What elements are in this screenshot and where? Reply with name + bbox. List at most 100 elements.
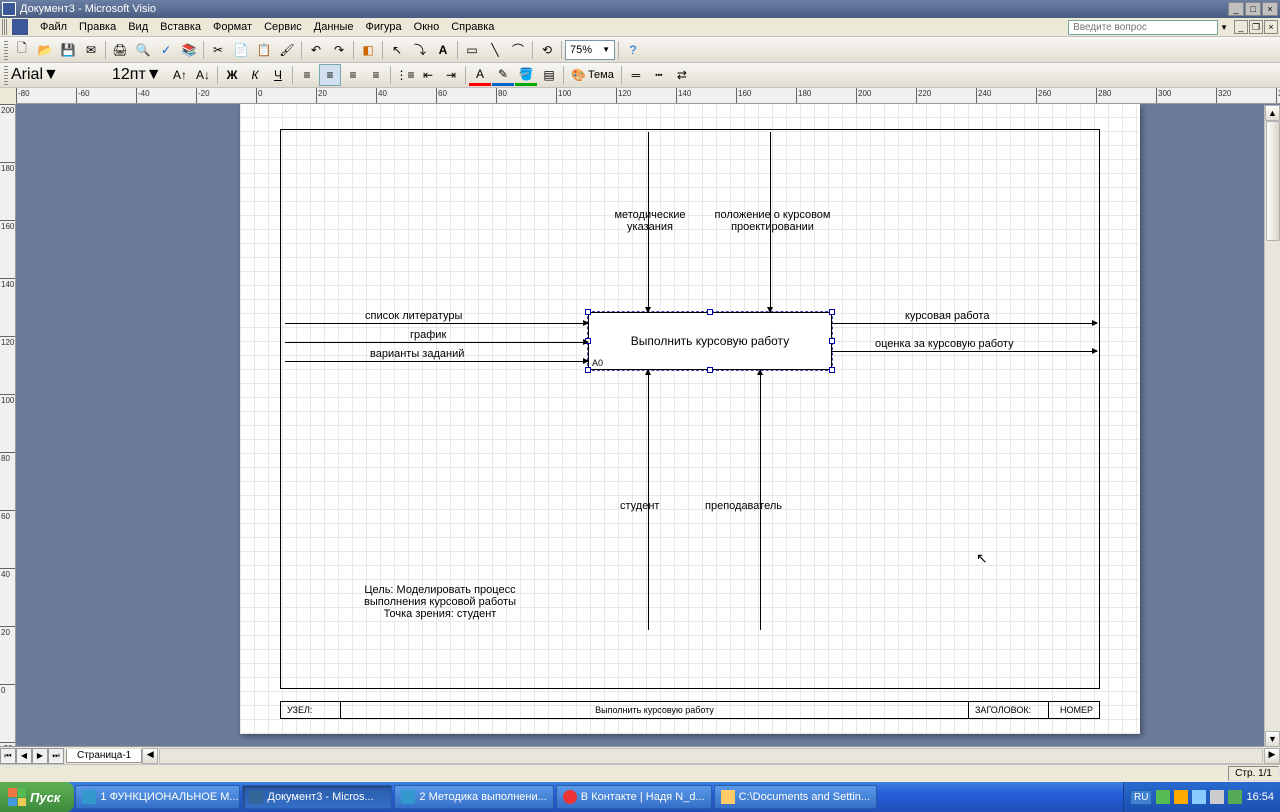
tab-first-button[interactable]: ⏮ xyxy=(0,748,16,764)
research-button[interactable]: 📚 xyxy=(178,39,200,61)
font-combo[interactable]: Arial▼ xyxy=(11,66,111,84)
output-label[interactable]: курсовая работа xyxy=(905,310,989,322)
pointer-button[interactable]: ↖ xyxy=(386,39,408,61)
menu-window[interactable]: Окно xyxy=(408,21,446,33)
tray-icon[interactable] xyxy=(1156,790,1170,804)
task-item[interactable]: 1 ФУНКЦИОНАЛЬНОЕ М... xyxy=(75,785,240,809)
italic-button[interactable]: К xyxy=(244,64,266,86)
hscroll-right-button[interactable]: ▶ xyxy=(1264,748,1280,764)
output-label[interactable]: оценка за курсовую работу xyxy=(875,338,1014,350)
menu-insert[interactable]: Вставка xyxy=(154,21,207,33)
justify-button[interactable]: ≡ xyxy=(365,64,387,86)
question-dropdown-icon[interactable]: ▼ xyxy=(1218,23,1230,32)
cut-button[interactable]: ✂ xyxy=(207,39,229,61)
connector-button[interactable]: ⤵ xyxy=(409,39,431,61)
preview-button[interactable]: 🔍 xyxy=(132,39,154,61)
shrink-font-button[interactable]: A↓ xyxy=(192,64,214,86)
font-color-button[interactable]: A xyxy=(469,64,491,86)
tab-prev-button[interactable]: ◀ xyxy=(16,748,32,764)
tab-next-button[interactable]: ▶ xyxy=(32,748,48,764)
rotate-button[interactable]: ⟲ xyxy=(536,39,558,61)
grip[interactable] xyxy=(4,40,8,60)
align-right-button[interactable]: ≡ xyxy=(342,64,364,86)
zoom-combo[interactable]: 75%▼ xyxy=(565,40,615,60)
indent-inc-button[interactable]: ⇥ xyxy=(440,64,462,86)
line-pattern-button[interactable]: ┅ xyxy=(648,64,670,86)
hscroll-track[interactable] xyxy=(159,748,1263,764)
line-button[interactable]: ╲ xyxy=(484,39,506,61)
shadow-button[interactable]: ▤ xyxy=(538,64,560,86)
line-ends-button[interactable]: ⇄ xyxy=(671,64,693,86)
scroll-down-button[interactable]: ▼ xyxy=(1265,731,1280,747)
format-painter-button[interactable]: 🖌 xyxy=(276,39,298,61)
scroll-up-button[interactable]: ▲ xyxy=(1265,105,1280,121)
idef0-box[interactable]: Выполнить курсовую работу A0 xyxy=(588,312,832,370)
bold-button[interactable]: Ж xyxy=(221,64,243,86)
tray-icon[interactable] xyxy=(1210,790,1224,804)
question-input[interactable] xyxy=(1068,20,1218,35)
task-item[interactable]: 2 Методика выполнени... xyxy=(394,785,553,809)
grow-font-button[interactable]: A↑ xyxy=(169,64,191,86)
menu-data[interactable]: Данные xyxy=(308,21,360,33)
align-center-button[interactable]: ≡ xyxy=(319,64,341,86)
canvas[interactable]: Выполнить курсовую работу A0 список лите… xyxy=(16,104,1280,746)
menu-tools[interactable]: Сервис xyxy=(258,21,308,33)
tray-icon[interactable] xyxy=(1192,790,1206,804)
paste-button[interactable]: 📋 xyxy=(253,39,275,61)
undo-button[interactable]: ↶ xyxy=(305,39,327,61)
page-tab[interactable]: Страница-1 xyxy=(66,749,142,763)
align-left-button[interactable]: ≡ xyxy=(296,64,318,86)
language-indicator[interactable]: RU xyxy=(1130,790,1152,805)
title-block[interactable]: УЗЕЛ: Выполнить курсовую работу ЗАГОЛОВО… xyxy=(280,701,1100,719)
text-button[interactable]: A xyxy=(432,39,454,61)
tab-last-button[interactable]: ⏭ xyxy=(48,748,64,764)
input-label[interactable]: варианты заданий xyxy=(370,348,464,360)
line-color-button[interactable]: ✎ xyxy=(492,64,514,86)
new-button[interactable]: 🗋 xyxy=(11,39,33,61)
menu-help[interactable]: Справка xyxy=(445,21,500,33)
control-label[interactable]: положение о курсовом проектировании xyxy=(705,209,840,233)
input-label[interactable]: список литературы xyxy=(365,310,462,322)
close-button[interactable]: × xyxy=(1262,2,1278,16)
task-item[interactable]: Документ3 - Micros... xyxy=(242,785,392,809)
mechanism-label[interactable]: преподаватель xyxy=(705,500,782,512)
doc-restore-button[interactable]: ❐ xyxy=(1249,20,1263,34)
arc-button[interactable]: ⌒ xyxy=(507,39,529,61)
menu-format[interactable]: Формат xyxy=(207,21,258,33)
menu-file[interactable]: Файл xyxy=(34,21,73,33)
menu-edit[interactable]: Правка xyxy=(73,21,122,33)
shapes-button[interactable]: ◧ xyxy=(357,39,379,61)
grip[interactable] xyxy=(2,19,8,35)
bullets-button[interactable]: ⋮≡ xyxy=(394,64,416,86)
menu-shape[interactable]: Фигура xyxy=(360,21,408,33)
help-button[interactable]: ? xyxy=(622,39,644,61)
size-combo[interactable]: 12пт▼ xyxy=(112,66,168,84)
doc-close-button[interactable]: × xyxy=(1264,20,1278,34)
rect-button[interactable]: ▭ xyxy=(461,39,483,61)
page[interactable]: Выполнить курсовую работу A0 список лите… xyxy=(240,104,1140,734)
system-tray[interactable]: RU 16:54 xyxy=(1123,782,1280,812)
save-button[interactable]: 💾 xyxy=(57,39,79,61)
scrollbar-vertical[interactable]: ▲ ▼ xyxy=(1264,105,1280,747)
line-weight-button[interactable]: ═ xyxy=(625,64,647,86)
doc-minimize-button[interactable]: _ xyxy=(1234,20,1248,34)
task-item[interactable]: В Контакте | Надя N_d... xyxy=(556,785,712,809)
fill-color-button[interactable]: 🪣 xyxy=(515,64,537,86)
underline-button[interactable]: Ч xyxy=(267,64,289,86)
control-label[interactable]: методические указания xyxy=(595,209,705,233)
theme-button[interactable]: 🎨Тема xyxy=(567,64,618,86)
minimize-button[interactable]: _ xyxy=(1228,2,1244,16)
start-button[interactable]: Пуск xyxy=(0,782,74,812)
open-button[interactable]: 📂 xyxy=(34,39,56,61)
tray-icon[interactable] xyxy=(1174,790,1188,804)
input-label[interactable]: график xyxy=(410,329,446,341)
indent-dec-button[interactable]: ⇤ xyxy=(417,64,439,86)
hscroll-left-button[interactable]: ◀ xyxy=(142,748,158,764)
redo-button[interactable]: ↷ xyxy=(328,39,350,61)
app-icon[interactable] xyxy=(12,19,28,35)
print-button[interactable]: 🖨 xyxy=(109,39,131,61)
task-item[interactable]: C:\Documents and Settin... xyxy=(714,785,877,809)
grip[interactable] xyxy=(4,65,8,85)
copy-button[interactable]: 📄 xyxy=(230,39,252,61)
spell-button[interactable]: ✓ xyxy=(155,39,177,61)
